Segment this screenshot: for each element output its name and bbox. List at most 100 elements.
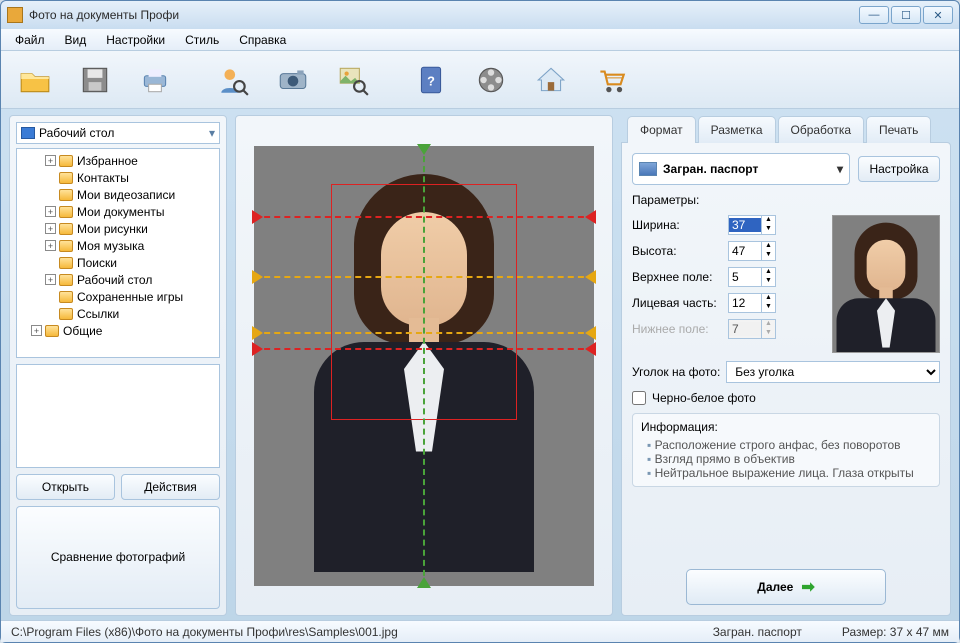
info-item: Взгляд прямо в объектив	[647, 452, 931, 466]
info-item: Расположение строго анфас, без поворотов	[647, 438, 931, 452]
tab-print[interactable]: Печать	[866, 116, 931, 143]
guide-handle[interactable]	[252, 270, 263, 284]
menu-view[interactable]: Вид	[57, 31, 95, 49]
help-button[interactable]: ?	[405, 57, 457, 103]
toolbar: ?	[1, 51, 959, 109]
info-box: Информация: Расположение строго анфас, б…	[632, 413, 940, 487]
guide-handle[interactable]	[585, 342, 596, 356]
tree-node[interactable]: Поиски	[17, 254, 219, 271]
guide-handle[interactable]	[585, 326, 596, 340]
camera-button[interactable]	[267, 57, 319, 103]
menu-style[interactable]: Стиль	[177, 31, 227, 49]
photo-canvas[interactable]	[254, 146, 594, 586]
arrow-right-icon: ➡	[801, 577, 814, 597]
menubar: Файл Вид Настройки Стиль Справка	[1, 29, 959, 51]
height-input[interactable]: ▲▼	[728, 241, 776, 261]
app-icon	[7, 7, 23, 23]
folder-icon	[59, 223, 73, 235]
tree-node[interactable]: +Мои рисунки	[17, 220, 219, 237]
spin-up[interactable]: ▲	[761, 216, 775, 225]
tabs: Формат Разметка Обработка Печать	[621, 115, 951, 142]
minimize-button[interactable]: —	[859, 6, 889, 24]
folder-tree[interactable]: +Избранное Контакты Мои видеозаписи +Мои…	[16, 148, 220, 358]
thumbnail-preview	[16, 364, 220, 468]
folder-icon	[59, 240, 73, 252]
next-button[interactable]: Далее ➡	[686, 569, 886, 605]
titlebar: Фото на документы Профи — ☐ ✕	[1, 1, 959, 29]
location-dropdown[interactable]: Рабочий стол ▾	[16, 122, 220, 144]
tree-node[interactable]: +Избранное	[17, 152, 219, 169]
compare-button[interactable]: Сравнение фотографий	[16, 506, 220, 610]
desktop-icon	[21, 127, 35, 139]
tree-node[interactable]: +Рабочий стол	[17, 271, 219, 288]
face-input[interactable]: ▲▼	[728, 293, 776, 313]
folder-icon	[59, 257, 73, 269]
params-label: Параметры:	[632, 193, 940, 207]
cart-button[interactable]	[585, 57, 637, 103]
user-zoom-button[interactable]	[207, 57, 259, 103]
menu-help[interactable]: Справка	[231, 31, 294, 49]
window-controls: — ☐ ✕	[859, 6, 953, 24]
home-button[interactable]	[525, 57, 577, 103]
app-window: Фото на документы Профи — ☐ ✕ Файл Вид Н…	[0, 0, 960, 643]
menu-settings[interactable]: Настройки	[98, 31, 173, 49]
statusbar: C:\Program Files (x86)\Фото на документы…	[1, 620, 959, 642]
folder-icon	[59, 155, 73, 167]
tree-node[interactable]: Мои видеозаписи	[17, 186, 219, 203]
maximize-button[interactable]: ☐	[891, 6, 921, 24]
tree-node[interactable]: +Мои документы	[17, 203, 219, 220]
width-input[interactable]: ▲▼	[728, 215, 776, 235]
video-reel-button[interactable]	[465, 57, 517, 103]
right-pane: Формат Разметка Обработка Печать Загран.…	[621, 115, 951, 616]
format-select[interactable]: Загран. паспорт ▾	[632, 153, 850, 185]
folder-icon	[59, 291, 73, 303]
actions-button[interactable]: Действия	[121, 474, 220, 500]
content: Рабочий стол ▾ +Избранное Контакты Мои в…	[1, 109, 959, 620]
tab-process[interactable]: Обработка	[778, 116, 865, 143]
picture-zoom-button[interactable]	[327, 57, 379, 103]
tab-body: Загран. паспорт ▾ Настройка Параметры: Ш…	[621, 142, 951, 616]
folder-icon	[59, 189, 73, 201]
tree-node[interactable]: Контакты	[17, 169, 219, 186]
tree-node[interactable]: Сохраненные игры	[17, 288, 219, 305]
folder-icon	[59, 206, 73, 218]
center-pane	[235, 115, 613, 616]
chevron-down-icon: ▾	[209, 126, 215, 140]
corner-select[interactable]: Без уголка	[726, 361, 940, 383]
print-button[interactable]	[129, 57, 181, 103]
spin-down[interactable]: ▼	[761, 225, 775, 234]
tree-node[interactable]: +Общие	[17, 322, 219, 339]
open-button[interactable]: Открыть	[16, 474, 115, 500]
tree-node[interactable]: Ссылки	[17, 305, 219, 322]
status-path: C:\Program Files (x86)\Фото на документы…	[11, 625, 398, 639]
folder-icon	[59, 308, 73, 320]
save-button[interactable]	[69, 57, 121, 103]
corner-label: Уголок на фото:	[632, 365, 720, 379]
guide-handle[interactable]	[252, 342, 263, 356]
tab-format[interactable]: Формат	[627, 116, 696, 143]
tree-node[interactable]: +Моя музыка	[17, 237, 219, 254]
open-folder-button[interactable]	[9, 57, 61, 103]
guide-handle[interactable]	[252, 210, 263, 224]
tab-layout[interactable]: Разметка	[698, 116, 776, 143]
guide-handle[interactable]	[252, 326, 263, 340]
folder-icon	[45, 325, 59, 337]
window-title: Фото на документы Профи	[29, 8, 859, 22]
close-button[interactable]: ✕	[923, 6, 953, 24]
svg-text:?: ?	[427, 73, 435, 88]
chevron-down-icon: ▾	[837, 162, 843, 176]
topfield-input[interactable]: ▲▼	[728, 267, 776, 287]
guide-handle[interactable]	[417, 144, 431, 155]
guide-handle[interactable]	[417, 577, 431, 588]
menu-file[interactable]: Файл	[7, 31, 53, 49]
status-size: Размер: 37 x 47 мм	[842, 625, 949, 639]
guide-handle[interactable]	[585, 270, 596, 284]
guide-handle[interactable]	[585, 210, 596, 224]
left-pane: Рабочий стол ▾ +Избранное Контакты Мои в…	[9, 115, 227, 616]
folder-icon	[59, 274, 73, 286]
passport-icon	[639, 162, 657, 176]
format-settings-button[interactable]: Настройка	[858, 156, 940, 182]
bottom-input: ▲▼	[728, 319, 776, 339]
status-format: Загран. паспорт	[713, 625, 802, 639]
bw-checkbox[interactable]	[632, 391, 646, 405]
